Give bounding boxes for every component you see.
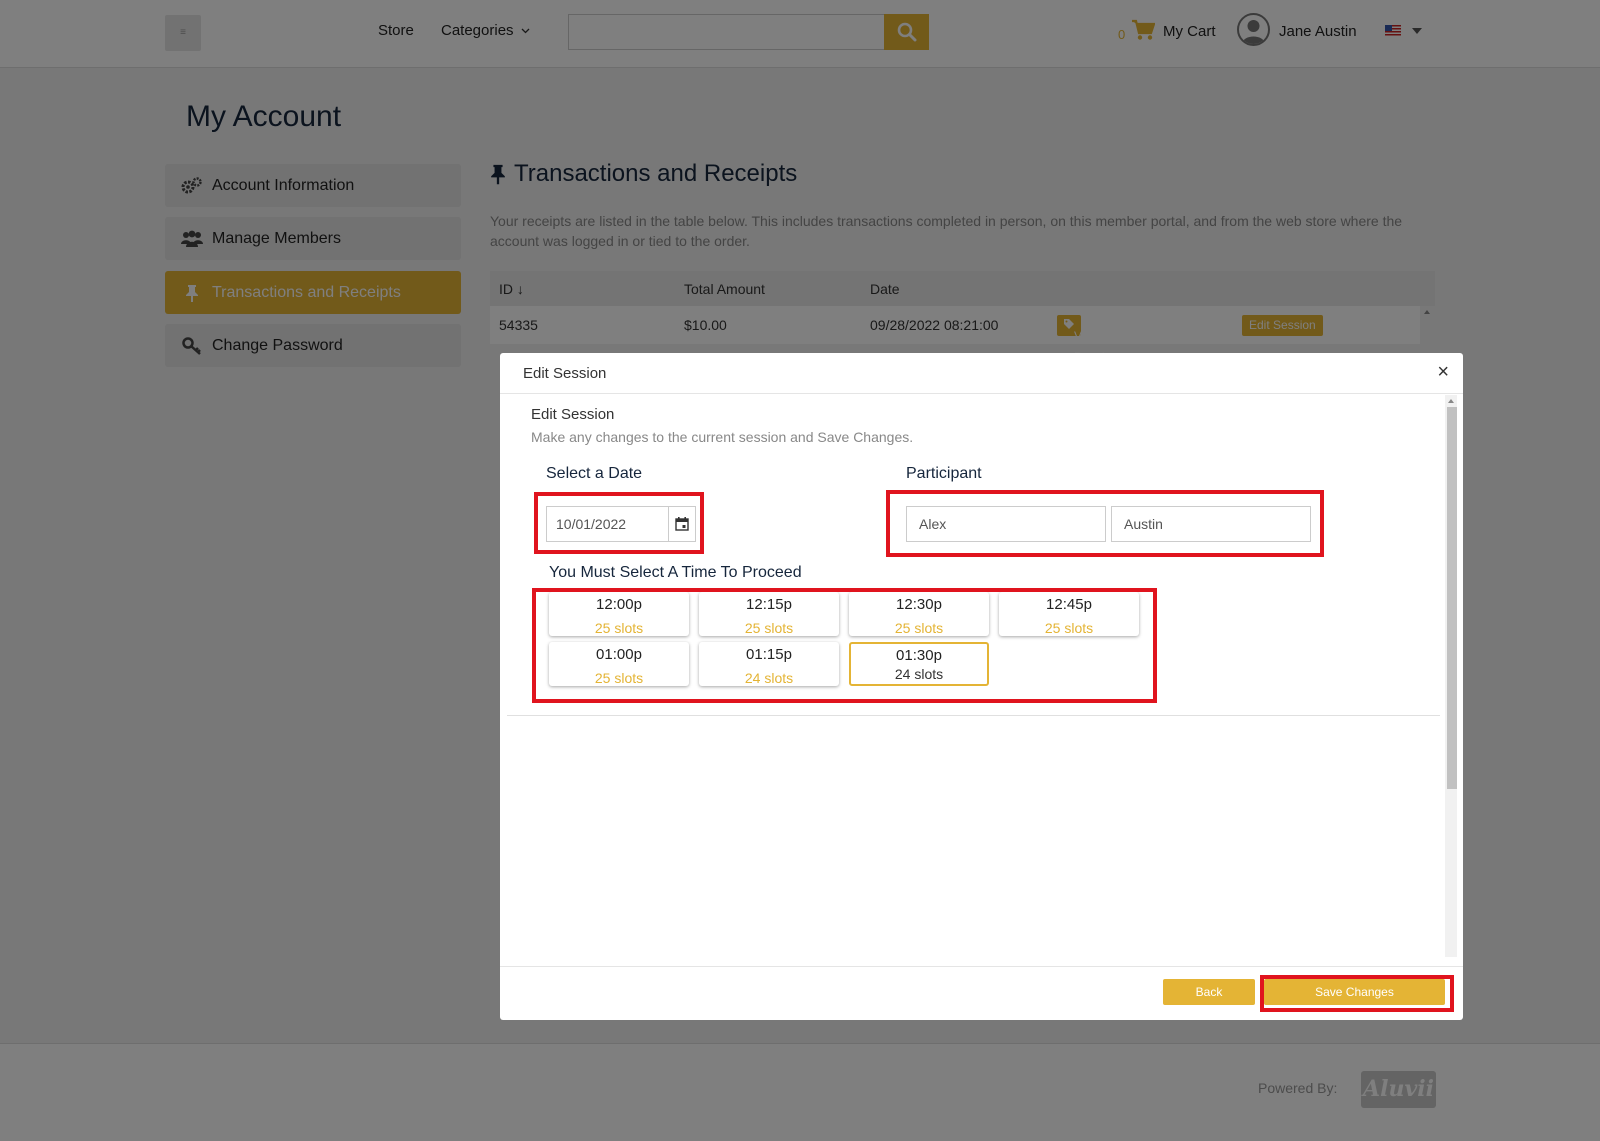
time-label: You Must Select A Time To Proceed xyxy=(549,564,802,581)
body-description: Make any changes to the current session … xyxy=(531,429,914,445)
time-slots-highlight-box xyxy=(532,588,1157,703)
modal-scrollbar[interactable] xyxy=(1445,395,1457,957)
back-button[interactable]: Back xyxy=(1163,979,1255,1005)
close-icon[interactable]: × xyxy=(1437,362,1449,382)
participant-label: Participant xyxy=(906,465,982,482)
scroll-up-icon[interactable] xyxy=(1448,399,1454,403)
date-highlight-box xyxy=(534,492,704,554)
modal-header: Edit Session × xyxy=(500,353,1463,394)
participant-highlight-box xyxy=(886,490,1324,557)
save-changes-highlight-box xyxy=(1260,975,1454,1012)
divider xyxy=(507,715,1440,716)
body-title: Edit Session xyxy=(531,406,615,423)
modal-title: Edit Session xyxy=(523,365,607,382)
date-label: Select a Date xyxy=(546,465,643,482)
scrollbar-thumb[interactable] xyxy=(1447,407,1457,789)
